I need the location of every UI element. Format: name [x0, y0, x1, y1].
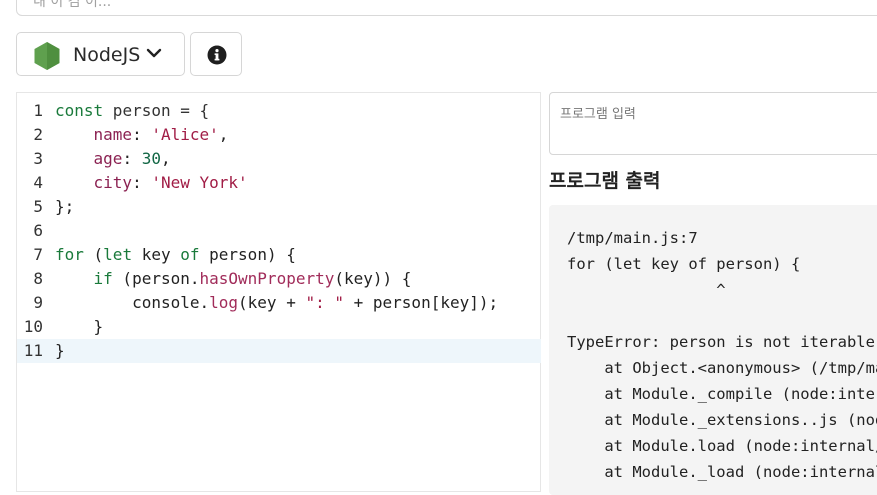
code-token: key: [132, 245, 181, 264]
code-token: city: [55, 173, 133, 192]
code-line: 7 for (let key of person) {: [17, 243, 541, 267]
code-token: };: [55, 197, 75, 216]
code-line: 8 if (person.hasOwnProperty(key)) {: [17, 267, 541, 291]
code-token: + person[key]);: [344, 293, 499, 312]
code-token: 'Alice': [151, 125, 219, 144]
code-token: (person.: [112, 269, 200, 288]
code-token: }: [55, 341, 65, 360]
code-line-active: 11 }: [17, 339, 541, 363]
code-token: log: [209, 293, 239, 312]
code-token: const: [55, 101, 104, 120]
search-input[interactable]: 내 이 검 이...: [16, 0, 877, 16]
line-number: 9: [33, 293, 43, 312]
code-line: 6: [17, 219, 541, 243]
line-number: 8: [33, 269, 43, 288]
code-line: 5 };: [17, 195, 541, 219]
code-token: 'New York': [151, 173, 248, 192]
code-line: 4 city: 'New York': [17, 171, 541, 195]
line-number: 4: [33, 173, 43, 192]
info-button[interactable]: [190, 32, 242, 76]
search-input-placeholder: 내 이 검 이...: [33, 0, 112, 10]
code-token: :: [132, 173, 152, 192]
line-number: 10: [23, 317, 43, 336]
language-label: NodeJS: [73, 44, 141, 66]
program-input-field[interactable]: 프로그램 입력: [549, 92, 877, 155]
line-number: 11: [23, 341, 43, 360]
program-output-text: /tmp/main.js:7 for (let key of person) {…: [567, 229, 877, 481]
code-token: ,: [160, 149, 171, 168]
code-editor[interactable]: 1 const person = { 2 name: 'Alice', 3 ag…: [16, 92, 541, 492]
code-token: (key +: [238, 293, 306, 312]
code-token: name: [55, 125, 133, 144]
code-token: (: [83, 245, 104, 264]
code-token: let: [103, 245, 133, 264]
line-number: 5: [33, 197, 43, 216]
code-token: person = {: [103, 101, 210, 120]
code-token: ,: [218, 125, 229, 144]
code-line: 2 name: 'Alice',: [17, 123, 541, 147]
code-token: hasOwnProperty: [199, 269, 335, 288]
code-token: ": ": [305, 293, 344, 312]
code-token: for: [55, 245, 84, 264]
code-line: 10 }: [17, 315, 541, 339]
line-number: 1: [33, 101, 43, 120]
code-token: :: [122, 149, 142, 168]
program-output-title: 프로그램 출력: [549, 170, 661, 192]
program-output-panel: /tmp/main.js:7 for (let key of person) {…: [549, 205, 877, 495]
code-token: person) {: [199, 245, 296, 264]
code-token: 30: [141, 149, 161, 168]
chevron-down-icon: [146, 48, 162, 58]
line-number: 2: [33, 125, 43, 144]
code-token: (key)) {: [334, 269, 412, 288]
code-line: 3 age: 30,: [17, 147, 541, 171]
code-token: console.: [55, 293, 210, 312]
line-number: 6: [33, 221, 43, 240]
nodejs-hexagon-icon: [34, 42, 60, 70]
code-line: 9 console.log(key + ": " + person[key]);: [17, 291, 541, 315]
language-select-button[interactable]: NodeJS: [16, 32, 185, 76]
code-token: :: [132, 125, 152, 144]
code-line: 1 const person = {: [17, 99, 541, 123]
program-input-placeholder: 프로그램 입력: [560, 107, 636, 122]
info-icon: [207, 45, 227, 65]
line-number: 3: [33, 149, 43, 168]
line-number: 7: [33, 245, 43, 264]
code-token: }: [55, 317, 104, 336]
code-token: age: [55, 149, 123, 168]
code-token: if: [55, 269, 113, 288]
code-token: of: [180, 245, 200, 264]
